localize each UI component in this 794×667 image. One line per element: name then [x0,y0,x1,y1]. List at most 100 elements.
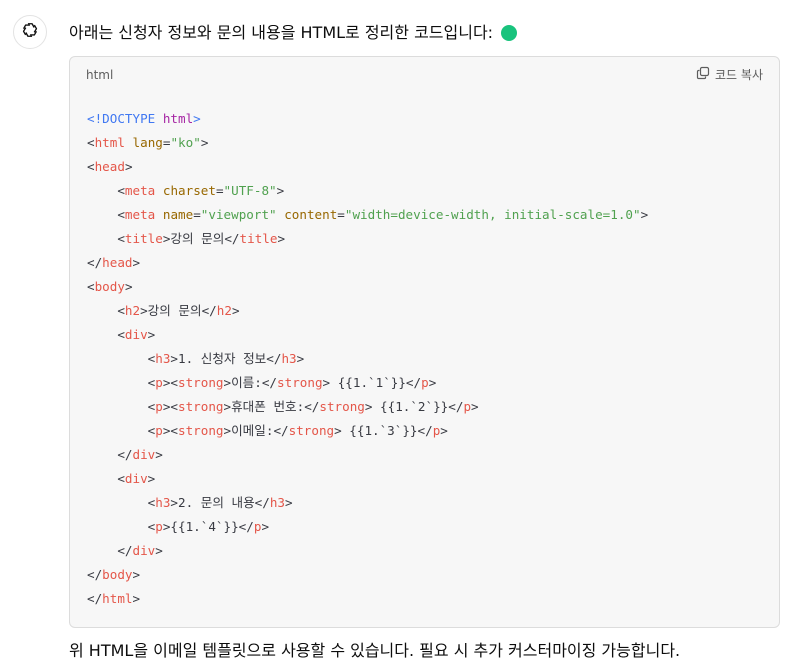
code-token: body [102,567,133,582]
code-token: > [155,543,163,558]
code-token: > [285,495,293,510]
code-token: >< [162,423,179,438]
code-token: > {{1.`1`}}</ [322,375,422,390]
intro-text: 아래는 신청자 정보와 문의 내용을 HTML로 정리한 코드입니다: [69,23,494,42]
code-token: p [155,399,163,414]
code-line: <h2>강의 문의</h2> [87,299,648,323]
code-token: </ [87,567,103,582]
code-token: > [193,111,201,126]
code-line: <title>강의 문의</title> [87,227,648,251]
code-token: strong [178,423,224,438]
code-token: < [87,303,125,318]
code-token: >휴대폰 번호:</ [223,399,320,414]
code-token: div [124,327,148,342]
code-line: </div> [87,539,648,563]
code-line: <html lang="ko"> [87,131,648,155]
code-token: > [231,303,240,318]
assistant-intro: 아래는 신청자 정보와 문의 내용을 HTML로 정리한 코드입니다: [69,21,518,45]
code-token: > [155,447,163,462]
code-line: <h3>2. 문의 내용</h3> [87,491,648,515]
code-line: <meta name="viewport" content="width=dev… [87,203,648,227]
code-token: > [296,351,305,366]
code-token: >1. 신청자 정보</ [170,351,282,366]
code-token: < [87,207,125,222]
code-token: < [87,375,156,390]
code-header: html 코드 복사 [70,57,779,93]
code-token: h3 [155,495,171,510]
code-token: </ [87,447,133,462]
code-token: html [102,591,133,606]
code-token: > [428,375,437,390]
code-line: <h3>1. 신청자 정보</h3> [87,347,648,371]
code-token: < [87,327,125,342]
copy-icon [696,66,715,83]
code-block: html 코드 복사 <!DOCTYPE html> <html lang="ko… [69,56,780,628]
code-line: <div> [87,323,648,347]
code-token: div [132,543,156,558]
code-token: >강의 문의</ [140,303,217,318]
code-token: >< [162,375,179,390]
code-token: content [284,207,338,222]
code-token: p [155,519,163,534]
code-token: strong [277,375,323,390]
code-token: </ [87,255,103,270]
code-token: <!DOCTYPE [87,111,163,126]
code-token: p [155,423,163,438]
code-token: strong [288,423,335,438]
footer-text: 위 HTML을 이메일 템플릿으로 사용할 수 있습니다. 필요 시 추가 커스… [69,641,681,660]
copy-code-label: 코드 복사 [715,68,763,82]
code-token: < [87,495,156,510]
status-dot [501,25,518,41]
code-token: body [94,279,125,294]
code-token: > {{1.`2`}}</ [364,399,464,414]
code-line: </head> [87,251,648,275]
code-token: strong [178,399,224,414]
code-line: </body> [87,563,648,587]
code-token: < [87,423,156,438]
code-line: <div> [87,467,648,491]
code-token: head [102,255,133,270]
code-token: div [132,447,156,462]
code-token: > [471,399,479,414]
code-token: </ [87,543,133,558]
code-line: <p>{{1.`4`}}</p> [87,515,648,539]
code-token: > [132,591,141,606]
copy-code-button[interactable]: 코드 복사 [696,66,763,83]
code-token: >< [162,399,179,414]
code-token: html [94,135,125,150]
code-token: meta [124,183,156,198]
code-token: head [94,159,125,174]
code-token: > [132,567,141,582]
code-token: < [87,279,95,294]
code-token: strong [319,399,365,414]
code-line: <meta charset="UTF-8"> [87,179,648,203]
code-token: > [261,519,270,534]
code-content[interactable]: <!DOCTYPE html> <html lang="ko"> <head> <m… [87,107,648,611]
code-token: > [640,207,649,222]
code-line: <p><strong>이름:</strong> {{1.`1`}}</p> [87,371,648,395]
code-token: > [132,255,141,270]
code-token: "ko" [170,135,201,150]
code-line: <body> [87,275,648,299]
code-token: = [215,183,224,198]
code-token: meta [124,207,156,222]
code-token: h2 [216,303,232,318]
code-token: charset [162,183,216,198]
code-token: >{{1.`4`}}</ [162,519,254,534]
code-token: h3 [281,351,297,366]
code-token: >강의 문의</ [162,231,240,246]
code-token: > [124,159,133,174]
code-token: < [87,231,125,246]
code-line: </html> [87,587,648,611]
code-line: <p><strong>휴대폰 번호:</strong> {{1.`2`}}</p… [87,395,648,419]
code-token: >이름:</ [223,375,278,390]
code-token: < [87,471,125,486]
code-language-label: html [86,68,114,82]
code-token: p [421,375,429,390]
code-token: = [193,207,201,222]
code-token: < [87,351,156,366]
code-token: = [337,207,345,222]
code-token: > [200,135,209,150]
